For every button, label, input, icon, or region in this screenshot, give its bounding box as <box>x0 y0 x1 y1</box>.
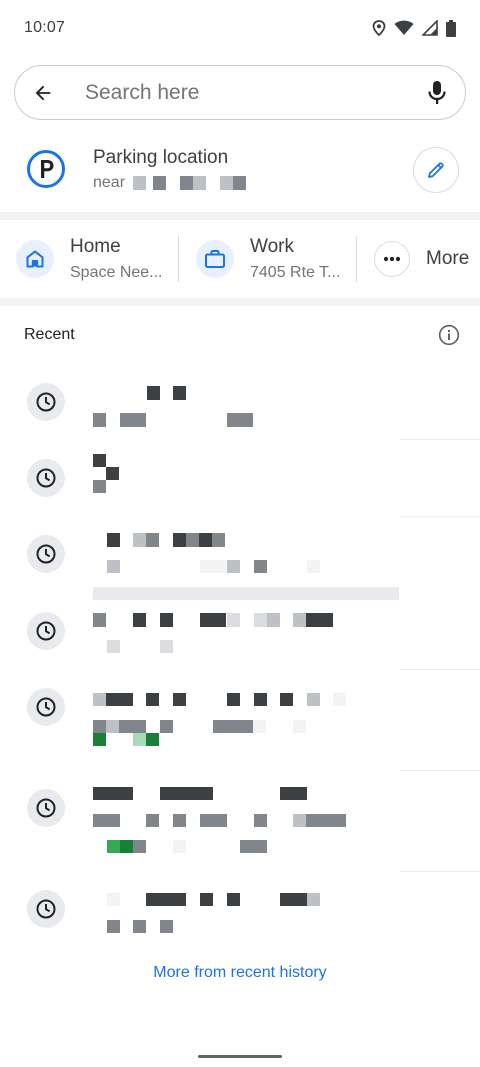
parking-address: near <box>93 174 261 192</box>
arrow-left-icon <box>35 85 51 100</box>
clock-icon <box>36 697 56 717</box>
clock-icon-circle <box>27 890 65 928</box>
clock-icon-circle <box>27 789 65 827</box>
recent-item[interactable] <box>0 516 480 600</box>
edit-parking-button[interactable] <box>413 147 459 193</box>
shortcut-work-subtitle: 7405 Rte T... <box>250 264 341 281</box>
parking-location-item[interactable]: Parking location near <box>0 138 480 208</box>
more-recent-history-link[interactable]: More from recent history <box>0 964 480 982</box>
recent-item[interactable] <box>0 440 480 517</box>
signal-icon <box>422 20 438 36</box>
recent-item[interactable] <box>0 370 480 440</box>
recent-title: Recent <box>24 326 75 343</box>
shortcut-home-text: Home Space Nee... <box>70 236 163 282</box>
clock-icon <box>36 392 56 412</box>
clock-icon <box>36 468 56 488</box>
status-icons <box>372 19 456 37</box>
shortcut-work-title: Work <box>250 236 294 257</box>
parking-icon <box>27 150 65 188</box>
shortcut-divider <box>356 236 357 282</box>
shortcuts-row: Home Space Nee... Work 7405 Rte T... Mor… <box>0 221 480 297</box>
voice-search-button[interactable] <box>423 79 451 107</box>
more-dots-icon <box>383 256 401 262</box>
pencil-icon <box>428 162 444 178</box>
work-icon-circle <box>196 240 234 278</box>
status-bar: 10:07 <box>0 0 480 56</box>
clock-icon-circle <box>27 612 65 650</box>
recent-header: Recent <box>24 322 460 348</box>
shortcut-home-subtitle: Space Nee... <box>70 264 163 281</box>
section-divider <box>0 298 480 306</box>
shortcut-home[interactable]: Home Space Nee... <box>16 221 178 297</box>
clock-icon <box>36 798 56 818</box>
wifi-icon <box>394 20 414 35</box>
parking-near-label: near <box>93 174 126 191</box>
clock-icon-circle <box>27 383 65 421</box>
recent-item[interactable] <box>0 593 480 670</box>
parking-title: Parking location <box>93 147 229 168</box>
clock-icon-circle <box>27 459 65 497</box>
shortcut-home-title: Home <box>70 236 121 257</box>
location-icon <box>372 20 386 36</box>
parking-address-redacted <box>131 176 261 190</box>
shortcut-more[interactable]: More <box>374 221 469 297</box>
clock-icon-circle <box>27 535 65 573</box>
shortcut-work[interactable]: Work 7405 Rte T... <box>196 221 356 297</box>
mic-icon <box>428 80 446 104</box>
recent-item[interactable] <box>0 871 480 947</box>
search-input[interactable] <box>83 79 423 106</box>
gesture-home-bar[interactable] <box>198 1055 282 1058</box>
clock-icon <box>36 621 56 641</box>
section-divider <box>0 212 480 220</box>
recent-item[interactable] <box>0 770 480 872</box>
home-icon-circle <box>16 240 54 278</box>
shortcut-more-title: More <box>426 248 470 269</box>
briefcase-icon <box>205 250 225 268</box>
battery-icon <box>446 19 456 37</box>
shortcut-more-text: More <box>426 248 469 270</box>
clock-icon-circle <box>27 688 65 726</box>
info-icon[interactable] <box>438 324 460 346</box>
search-bar <box>14 65 466 120</box>
clock-icon <box>36 544 56 564</box>
back-button[interactable] <box>29 79 57 107</box>
shortcut-work-text: Work 7405 Rte T... <box>250 236 340 282</box>
clock-icon <box>36 899 56 919</box>
status-time: 10:07 <box>24 19 66 36</box>
shortcut-divider <box>178 236 179 282</box>
more-icon-circle <box>374 241 410 277</box>
recent-item[interactable] <box>0 669 480 771</box>
home-icon <box>26 250 44 268</box>
